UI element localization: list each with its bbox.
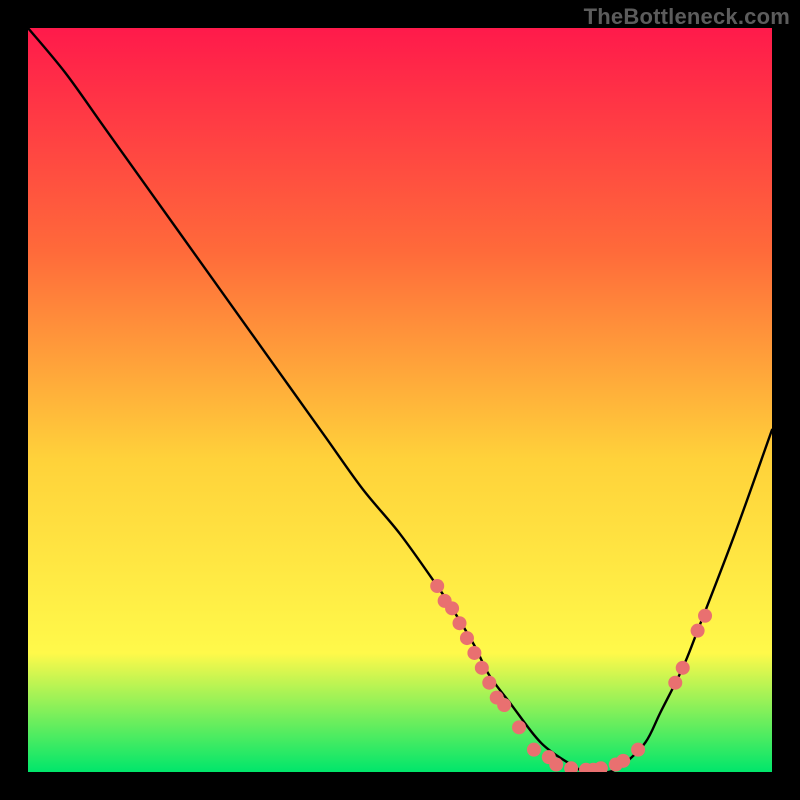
data-point (430, 579, 444, 593)
data-point (668, 676, 682, 690)
data-point (691, 624, 705, 638)
data-point (497, 698, 511, 712)
data-point (482, 676, 496, 690)
data-point (527, 743, 541, 757)
data-point (453, 616, 467, 630)
data-point (616, 754, 630, 768)
watermark-text: TheBottleneck.com (584, 4, 790, 30)
data-point (698, 609, 712, 623)
data-point (475, 661, 489, 675)
data-point (631, 743, 645, 757)
data-point (460, 631, 474, 645)
plot-area (28, 28, 772, 772)
data-point (467, 646, 481, 660)
data-point (512, 720, 526, 734)
data-point (676, 661, 690, 675)
data-point (445, 601, 459, 615)
gradient-background (28, 28, 772, 772)
chart-svg (28, 28, 772, 772)
data-point (549, 758, 563, 772)
figure-container: TheBottleneck.com (0, 0, 800, 800)
